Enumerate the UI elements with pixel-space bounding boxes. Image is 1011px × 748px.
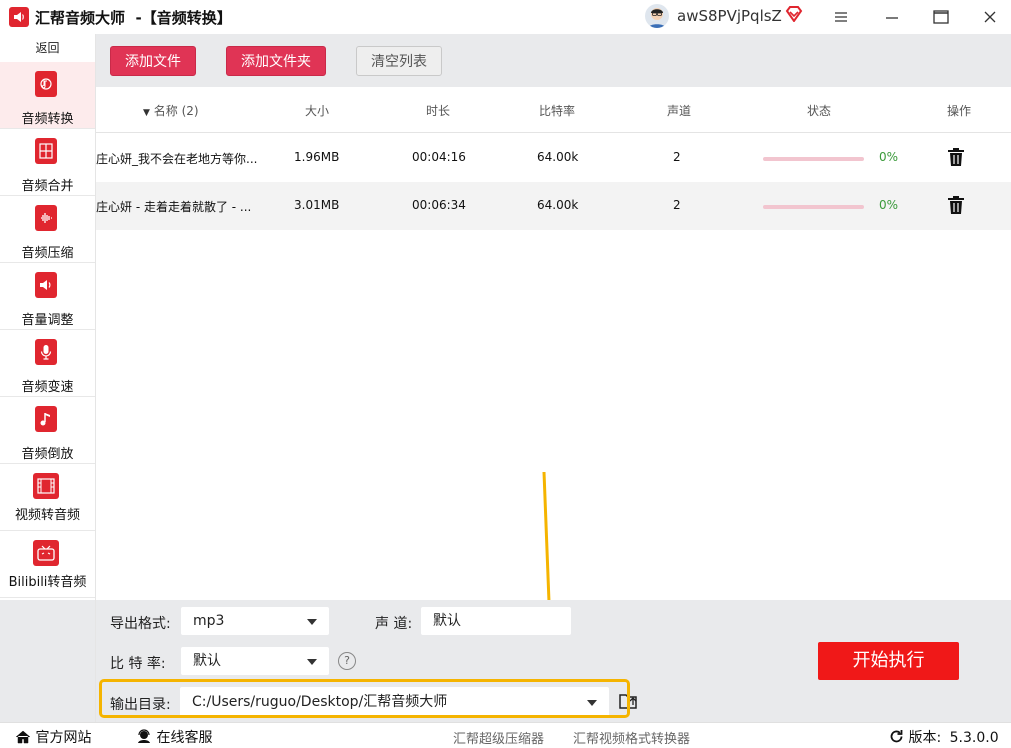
file-table-header: ▼ 名称 (2) 大小 时长 比特率 声道 状态 操作	[96, 87, 1011, 133]
sidebar-item-audio-reverse[interactable]: 音频倒放	[0, 397, 95, 464]
file-size: 1.96MB	[294, 150, 340, 164]
title-bar: 汇帮音频大师 -【音频转换】 awS8PVjPqlsZ	[0, 0, 1011, 34]
clear-list-button[interactable]: 清空列表	[356, 46, 442, 76]
file-duration: 00:06:34	[412, 198, 466, 212]
format-label: 导出格式:	[110, 616, 171, 632]
column-header-bitrate: 比特率	[539, 104, 576, 118]
channel-label: 声 道:	[375, 616, 413, 632]
username[interactable]: awS8PVjPqlsZ	[677, 7, 782, 25]
delete-trash-icon[interactable]	[947, 195, 965, 219]
sidebar-item-label: 音量调整	[21, 313, 74, 328]
file-bitrate: 64.00k	[537, 150, 579, 164]
sidebar-item-label: 音频压缩	[21, 246, 74, 261]
official-website-link[interactable]: 官方网站	[15, 727, 91, 747]
start-button[interactable]: 开始执行	[818, 642, 959, 680]
sidebar-item-audio-convert[interactable]: 音频转换	[0, 62, 95, 129]
sidebar-item-audio-merge[interactable]: 音频合并	[0, 129, 95, 196]
maximize-icon[interactable]	[918, 0, 964, 34]
audio-merge-icon	[35, 138, 57, 164]
bitrate-select[interactable]: 默认	[181, 647, 329, 675]
super-compressor-link[interactable]: 汇帮超级压缩器	[453, 728, 544, 747]
delete-trash-icon[interactable]	[947, 147, 965, 171]
status-bar: 官方网站 在线客服 汇帮超级压缩器 汇帮视频格式转换器 版本: 5.3.0.0	[0, 722, 1011, 748]
sidebar-item-label: 音频倒放	[21, 447, 74, 462]
sidebar-item-label: Bilibili转音频	[8, 575, 87, 590]
column-header-status: 状态	[807, 104, 832, 118]
sidebar-item-label: 视频转音频	[14, 508, 80, 523]
vip-diamond-icon[interactable]	[785, 6, 803, 26]
add-file-button[interactable]: 添加文件	[110, 46, 196, 76]
sidebar-item-label: 音频合并	[21, 179, 74, 194]
file-name: 庄心妍 - 走着走着就散了 - ...	[96, 200, 252, 214]
sidebar-item-volume[interactable]: 音量调整	[0, 263, 95, 330]
refresh-icon	[889, 730, 908, 746]
close-icon[interactable]	[967, 0, 1011, 34]
column-header-duration: 时长	[426, 104, 451, 118]
sidebar: 返回 音频转换 音频合并 音频压缩 音量调整 音频变速 音频倒放 视频转音频 B…	[0, 34, 96, 722]
sidebar-item-audio-speed[interactable]: 音频变速	[0, 330, 95, 397]
home-icon	[15, 730, 35, 746]
progress-percent: 0%	[879, 150, 899, 164]
settings-panel: 导出格式: mp3 声 道: 默认 比 特 率: 默认 ? 开始执行 输出目录:…	[96, 600, 1011, 722]
file-name: 庄心妍_我不会在老地方等你...	[96, 152, 258, 166]
progress-bar	[763, 157, 864, 161]
sidebar-spacer	[0, 600, 95, 722]
music-note-icon	[35, 406, 57, 432]
table-row[interactable]: 庄心妍 - 走着走着就散了 - ... 3.01MB 00:06:34 64.0…	[96, 182, 1011, 230]
chevron-down-icon	[307, 619, 317, 625]
file-channels: 2	[673, 198, 681, 212]
app-title: 汇帮音频大师 -【音频转换】	[35, 9, 232, 27]
file-channels: 2	[673, 150, 681, 164]
audio-convert-icon	[35, 71, 57, 97]
column-header-name[interactable]: ▼ 名称 (2)	[143, 102, 199, 119]
add-folder-button[interactable]: 添加文件夹	[226, 46, 326, 76]
user-avatar[interactable]	[645, 4, 669, 28]
format-select[interactable]: mp3	[181, 607, 329, 635]
volume-icon	[35, 272, 57, 298]
file-bitrate: 64.00k	[537, 198, 579, 212]
toolbar: 添加文件 添加文件夹 清空列表	[96, 34, 1011, 87]
annotation-highlight-box	[99, 679, 630, 718]
progress-bar	[763, 205, 864, 209]
column-header-action: 操作	[947, 104, 972, 118]
file-size: 3.01MB	[294, 198, 340, 212]
chevron-down-icon	[307, 659, 317, 665]
help-icon[interactable]: ?	[338, 652, 356, 670]
tv-icon	[33, 540, 59, 566]
microphone-icon	[35, 339, 57, 365]
table-row[interactable]: 庄心妍_我不会在老地方等你... 1.96MB 00:04:16 64.00k …	[96, 134, 1011, 182]
progress-percent: 0%	[879, 198, 899, 212]
back-button[interactable]: 返回	[0, 34, 95, 62]
sidebar-item-audio-compress[interactable]: 音频压缩	[0, 196, 95, 263]
bitrate-label: 比 特 率:	[110, 656, 166, 672]
online-support-link[interactable]: 在线客服	[136, 727, 212, 747]
minimize-icon[interactable]	[869, 0, 915, 34]
column-header-size: 大小	[305, 104, 330, 118]
version-info[interactable]: 版本: 5.3.0.0	[889, 727, 999, 747]
film-icon	[33, 473, 59, 499]
sidebar-item-video-to-audio[interactable]: 视频转音频	[0, 464, 95, 531]
sidebar-item-label: 音频转换	[21, 112, 74, 127]
support-agent-icon	[136, 729, 156, 746]
sort-down-icon: ▼	[143, 108, 150, 118]
column-header-channels: 声道	[667, 104, 692, 118]
sidebar-item-label: 音频变速	[21, 380, 74, 395]
file-duration: 00:04:16	[412, 150, 466, 164]
video-converter-link[interactable]: 汇帮视频格式转换器	[573, 728, 690, 747]
menu-icon[interactable]	[818, 0, 864, 34]
channel-select[interactable]: 默认	[421, 607, 571, 635]
app-logo-icon	[9, 7, 29, 27]
audio-compress-icon	[35, 205, 57, 231]
sidebar-item-bilibili[interactable]: Bilibili转音频	[0, 531, 95, 598]
